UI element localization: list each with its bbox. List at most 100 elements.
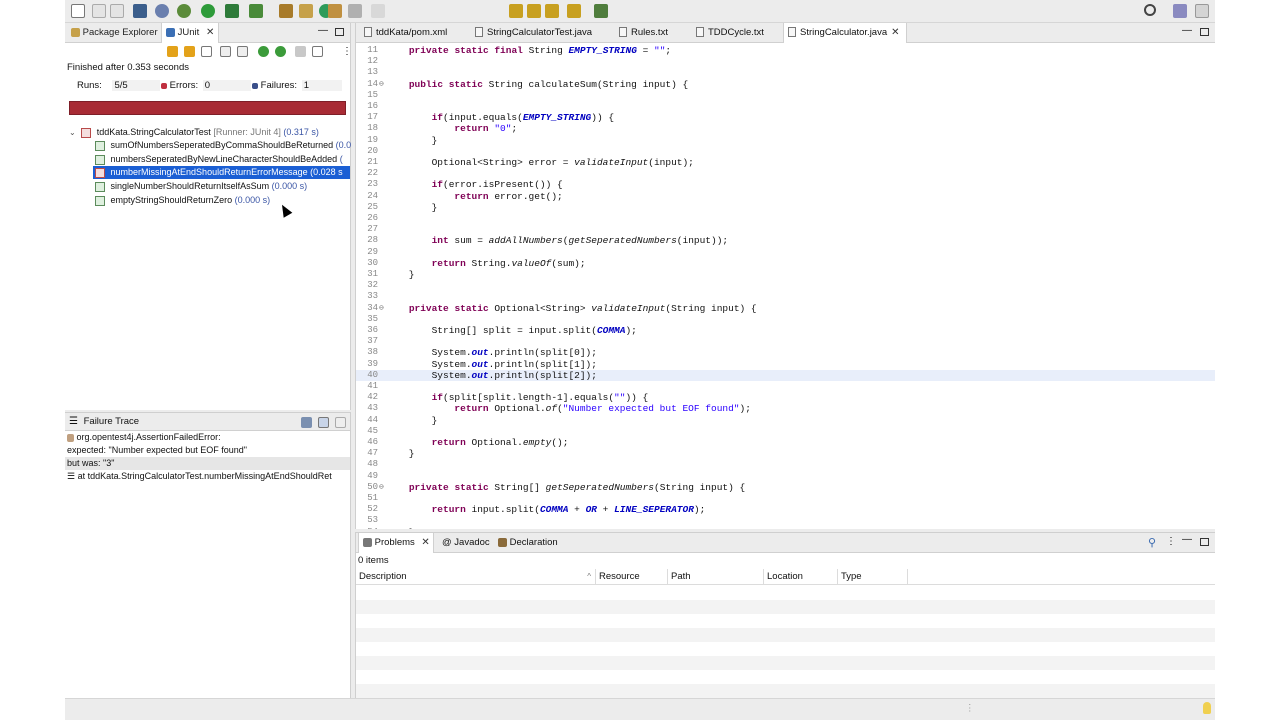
test-item[interactable]: singleNumberShouldReturnItselfAsSum (0.0… bbox=[95, 180, 307, 193]
code-line[interactable]: 29 bbox=[356, 247, 1215, 258]
trace-line-exception[interactable]: org.opentest4j.AssertionFailedError: bbox=[65, 431, 350, 444]
close-icon[interactable]: ✕ bbox=[891, 27, 899, 38]
tab-declaration[interactable]: Declaration bbox=[494, 533, 558, 553]
code-line[interactable]: 44 } bbox=[356, 415, 1215, 426]
code-line[interactable]: 27 bbox=[356, 224, 1215, 235]
column-type[interactable]: Type bbox=[838, 569, 908, 585]
code-line[interactable]: 50 ⊖ private static String[] getSeperated… bbox=[356, 482, 1215, 493]
trace-line-actual[interactable]: but was: "3" bbox=[65, 457, 350, 470]
code-line[interactable]: 32 bbox=[356, 280, 1215, 291]
next-failure-icon[interactable] bbox=[167, 46, 178, 57]
view-menu-icon[interactable]: ⋮ bbox=[1166, 536, 1176, 547]
fold-toggle-icon[interactable]: ⊖ bbox=[379, 303, 384, 314]
code-line[interactable]: 18 return "0"; bbox=[356, 123, 1215, 134]
code-line[interactable]: 15 bbox=[356, 90, 1215, 101]
code-line[interactable]: 20 bbox=[356, 146, 1215, 157]
trace-line-expected[interactable]: expected: "Number expected but EOF found… bbox=[65, 444, 350, 457]
code-area[interactable]: 11 private static final String EMPTY_STR… bbox=[356, 43, 1215, 529]
code-line[interactable]: 24 return error.get(); bbox=[356, 191, 1215, 202]
code-line[interactable]: 19 } bbox=[356, 135, 1215, 146]
test-item[interactable]: numbersSeperatedByNewLineCharacterShould… bbox=[95, 153, 343, 166]
nav-back-icon[interactable] bbox=[545, 4, 559, 18]
terminal-icon[interactable] bbox=[133, 4, 147, 18]
debug-icon[interactable] bbox=[177, 4, 191, 18]
new-package-icon[interactable] bbox=[299, 4, 313, 18]
code-line[interactable]: 53 bbox=[356, 515, 1215, 526]
code-line[interactable]: 54 } bbox=[356, 527, 1215, 529]
maximize-icon[interactable] bbox=[1200, 538, 1209, 546]
editor-tab-rules[interactable]: Rules.txt bbox=[615, 23, 668, 43]
tab-javadoc[interactable]: @ Javadoc bbox=[438, 533, 490, 553]
fold-toggle-icon[interactable]: ⊖ bbox=[379, 79, 384, 90]
test-item[interactable]: emptyStringShouldReturnZero (0.000 s) bbox=[95, 194, 270, 207]
minimize-icon[interactable]: — bbox=[1182, 534, 1192, 545]
previous-failure-icon[interactable] bbox=[184, 46, 195, 57]
code-line[interactable]: 49 bbox=[356, 471, 1215, 482]
code-line[interactable]: 38 System.out.println(split[0]); bbox=[356, 347, 1215, 358]
close-icon[interactable]: ✕ bbox=[421, 537, 429, 548]
code-line[interactable]: 11 private static final String EMPTY_STR… bbox=[356, 45, 1215, 56]
code-line[interactable]: 47 } bbox=[356, 448, 1215, 459]
save-icon[interactable] bbox=[92, 4, 106, 18]
code-line[interactable]: 21 Optional<String> error = validateInpu… bbox=[356, 157, 1215, 168]
trace-line-stack[interactable]: ☰ at tddKata.StringCalculatorTest.number… bbox=[65, 470, 350, 483]
tab-problems[interactable]: Problems ✕ bbox=[358, 533, 434, 553]
code-line[interactable]: 23 if(error.isPresent()) { bbox=[356, 179, 1215, 190]
test-item[interactable]: sumOfNumbersSeperatedByCommaShouldBeRetu… bbox=[95, 139, 351, 152]
skip-breakpoints-icon[interactable] bbox=[155, 4, 169, 18]
editor-tab-pom[interactable]: tddKata/pom.xml bbox=[360, 23, 447, 43]
column-path[interactable]: Path bbox=[668, 569, 764, 585]
code-line[interactable]: 25 } bbox=[356, 202, 1215, 213]
stop-icon[interactable] bbox=[295, 46, 306, 57]
open-perspective-icon[interactable] bbox=[1173, 4, 1187, 18]
open-type-icon[interactable] bbox=[328, 4, 342, 18]
column-location[interactable]: Location bbox=[764, 569, 838, 585]
editor-tab-tddcycle[interactable]: TDDCycle.txt bbox=[692, 23, 764, 43]
code-line[interactable]: 16 bbox=[356, 101, 1215, 112]
code-line[interactable]: 37 bbox=[356, 336, 1215, 347]
compare-result-icon[interactable] bbox=[335, 417, 346, 428]
editor-tab-calculator[interactable]: StringCalculator.java ✕ bbox=[783, 23, 907, 43]
back-icon[interactable] bbox=[509, 4, 523, 18]
code-line[interactable]: 14 ⊖ public static String calculateSum(St… bbox=[356, 79, 1215, 90]
code-line[interactable]: 22 bbox=[356, 168, 1215, 179]
java-perspective-icon[interactable] bbox=[1195, 4, 1209, 18]
code-line[interactable]: 31 } bbox=[356, 269, 1215, 280]
maximize-icon[interactable] bbox=[335, 28, 344, 36]
code-line[interactable]: 42 if(split[split.length-1].equals("")) … bbox=[356, 392, 1215, 403]
minimize-icon[interactable]: — bbox=[318, 25, 328, 36]
code-line[interactable]: 48 bbox=[356, 459, 1215, 470]
code-line[interactable]: 41 bbox=[356, 381, 1215, 392]
code-line[interactable]: 51 bbox=[356, 493, 1215, 504]
editor-tab-test[interactable]: StringCalculatorTest.java bbox=[471, 23, 592, 43]
code-line[interactable]: 46 return Optional.empty(); bbox=[356, 437, 1215, 448]
annotation-icon[interactable] bbox=[371, 4, 385, 18]
view-menu-icon[interactable]: ⋮ bbox=[342, 46, 352, 57]
code-line[interactable]: 35 bbox=[356, 314, 1215, 325]
new-java-project-icon[interactable] bbox=[279, 4, 293, 18]
tab-package-explorer[interactable]: Package Explorer bbox=[67, 23, 162, 43]
code-line[interactable]: 40 System.out.println(split[2]); bbox=[356, 369, 1215, 381]
expand-chevron-icon[interactable]: ⌄ bbox=[69, 128, 76, 137]
code-line[interactable]: 26 bbox=[356, 213, 1215, 224]
rerun-icon[interactable] bbox=[258, 46, 269, 57]
test-item-selected[interactable]: numberMissingAtEndShouldReturnErrorMessa… bbox=[93, 166, 350, 179]
copy-trace-icon[interactable] bbox=[301, 417, 312, 428]
run-icon[interactable] bbox=[201, 4, 215, 18]
test-run-history-icon[interactable] bbox=[312, 46, 323, 57]
coverage-icon[interactable] bbox=[225, 4, 239, 18]
tab-junit[interactable]: JUnit ✕ bbox=[161, 23, 220, 43]
code-line[interactable]: 33 bbox=[356, 291, 1215, 302]
code-line[interactable]: 45 bbox=[356, 426, 1215, 437]
code-line[interactable]: 13 bbox=[356, 67, 1215, 78]
code-line[interactable]: 34 ⊖ private static Optional<String> vali… bbox=[356, 303, 1215, 314]
code-line[interactable]: 28 int sum = addAllNumbers(getSeperatedN… bbox=[356, 235, 1215, 246]
code-line[interactable]: 43 return Optional.of("Number expected b… bbox=[356, 403, 1215, 414]
code-line[interactable]: 39 System.out.println(split[1]); bbox=[356, 359, 1215, 370]
filter-icon[interactable]: ⚲ bbox=[1148, 536, 1156, 549]
nav-forward-icon[interactable] bbox=[567, 4, 581, 18]
fold-toggle-icon[interactable]: ⊖ bbox=[379, 482, 384, 493]
new-icon[interactable] bbox=[71, 4, 85, 18]
code-line[interactable]: 36 String[] split = input.split(COMMA); bbox=[356, 325, 1215, 336]
search-icon[interactable] bbox=[1144, 4, 1156, 16]
